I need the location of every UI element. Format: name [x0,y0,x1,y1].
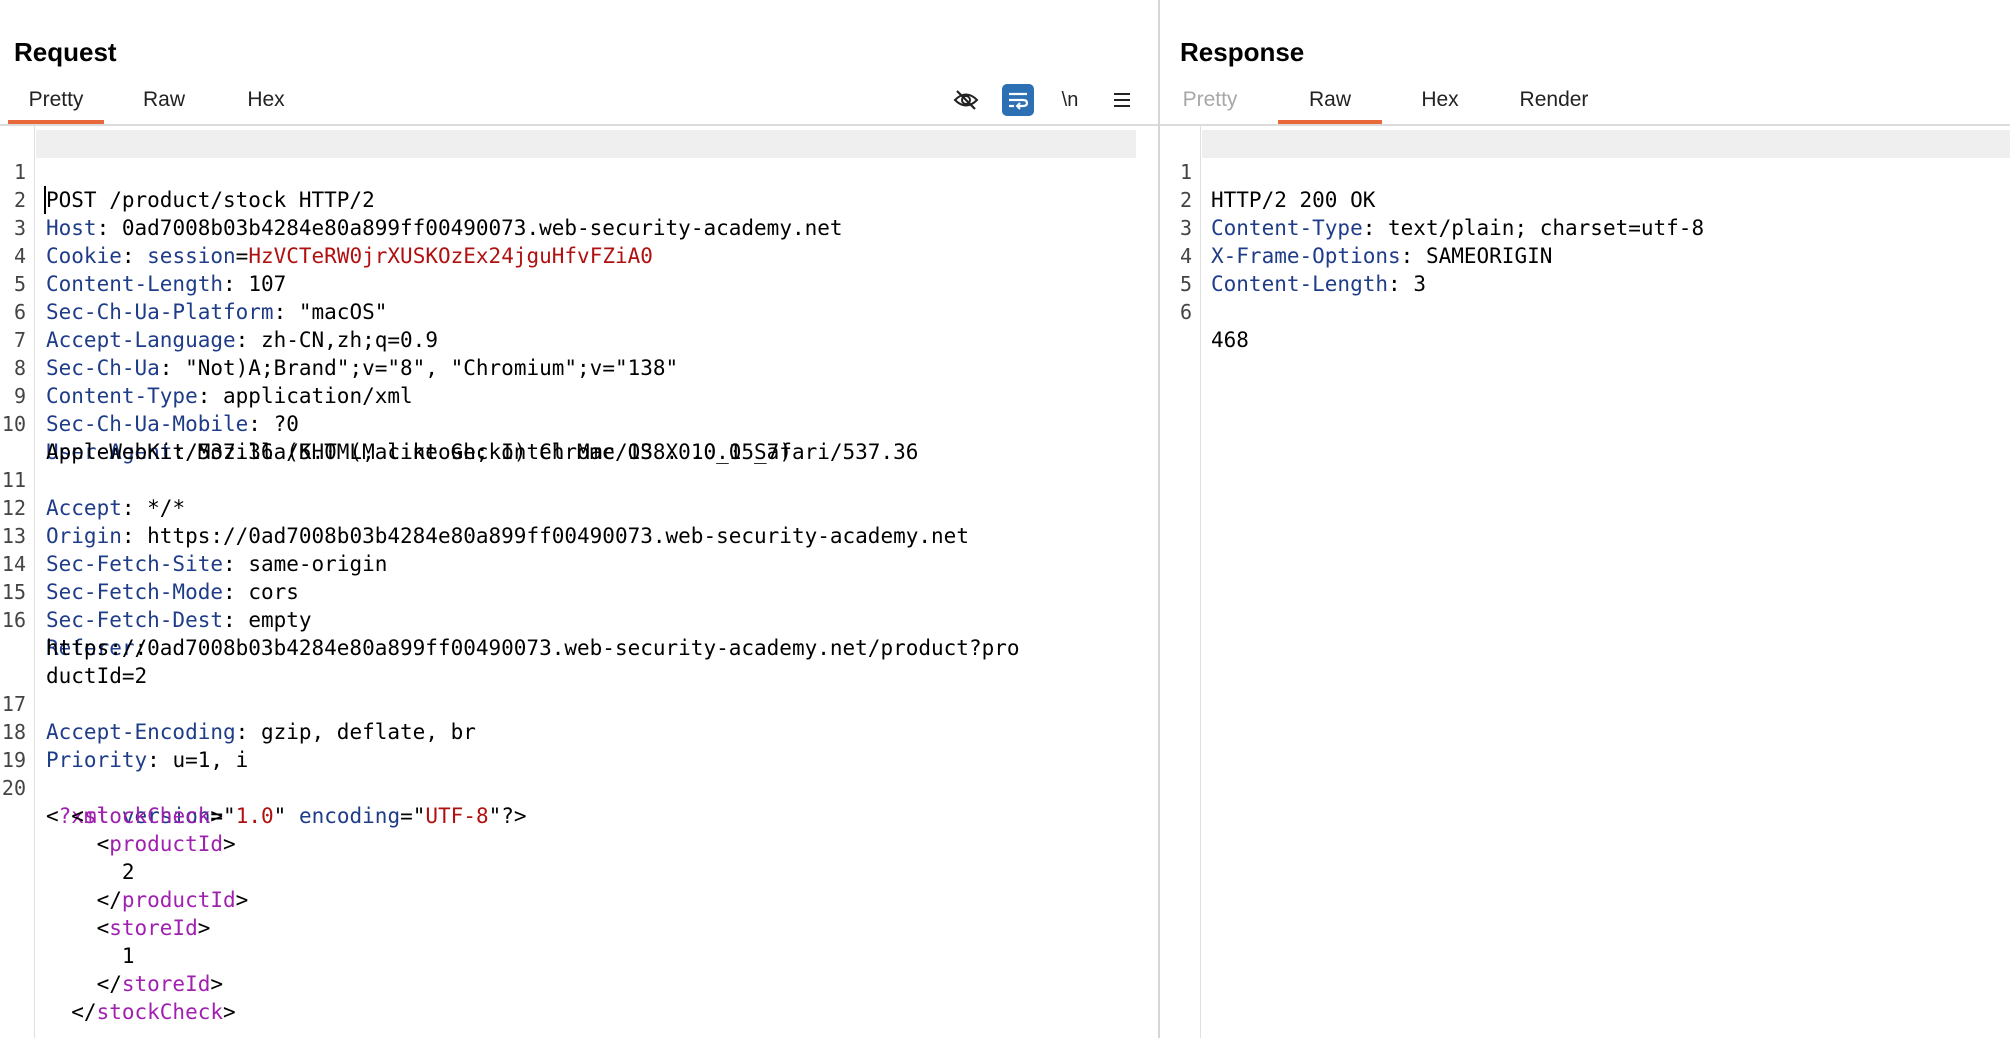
response-pane: Response Pretty Raw Hex Render 1 HTTP/2 … [1160,0,2010,1038]
header-line: 4 Content-Length: 107 [0,214,1158,242]
header-line: 14 Sec-Fetch-Mode: cors [0,522,1158,550]
header-line: 2 Host: 0ad7008b03b4284e80a899ff00490073… [0,158,1158,186]
response-tab-render[interactable]: Render [1502,82,1606,122]
header-line-continuation: AppleWebKit/537.36 (KHTML, like Gecko) C… [0,410,1158,438]
header-line: 11 Accept: */* [0,438,1158,466]
header-line: 13 Sec-Fetch-Site: same-origin [0,494,1158,522]
blank-line: 5 [1160,242,2010,270]
blank-line: 19 [0,718,1158,746]
menu-icon[interactable] [1106,84,1138,116]
hide-eye-icon[interactable] [950,84,982,116]
header-line: 3 X-Frame-Options: SAMEORIGIN [1160,186,2010,214]
header-line-continuation: https://0ad7008b03b4284e80a899ff00490073… [0,606,1158,634]
xml-line: </storeId> [0,942,1158,970]
response-body: 468 [1211,326,1249,354]
header-line: 18 Priority: u=1, i [0,690,1158,718]
xml-line: 1 [0,914,1158,942]
newline-toggle-icon[interactable]: \n [1054,84,1086,116]
xml-line: 2 [0,830,1158,858]
header-line: 5 Sec-Ch-Ua-Platform: "macOS" [0,242,1158,270]
request-tab-hex[interactable]: Hex [226,82,306,122]
header-line: 12 Origin: https://0ad7008b03b4284e80a89… [0,466,1158,494]
header-line: 6 Accept-Language: zh-CN,zh;q=0.9 [0,270,1158,298]
xml-root-close-tag: stockCheck [97,1000,223,1024]
header-line: 4 Content-Length: 3 [1160,214,2010,242]
request-tabbar: Pretty Raw Hex [0,82,1158,126]
request-line: 1 POST /product/stock HTTP/2 [0,130,1158,158]
header-line: 10 User-Agent: Mozilla/5.0 (Macintosh; I… [0,382,1158,410]
xml-line: <stockCheck> [0,774,1158,802]
header-line: 15 Sec-Fetch-Dest: empty [0,550,1158,578]
response-tab-hex[interactable]: Hex [1400,82,1480,122]
header-line: 7 Sec-Ch-Ua: "Not)A;Brand";v="8", "Chrom… [0,298,1158,326]
response-tab-raw[interactable]: Raw [1278,82,1382,122]
xml-declaration-line: 20 <?xml version="1.0" encoding="UTF-8"?… [0,746,1158,774]
request-pane: Request Pretty Raw Hex \n 1 POST /produc… [0,0,1158,1038]
request-title: Request [14,37,117,68]
request-editor[interactable]: 1 POST /product/stock HTTP/2 2 Host: 0ad… [0,126,1158,1038]
response-tabbar: Pretty Raw Hex Render [1160,82,2010,126]
word-wrap-icon[interactable] [1002,84,1034,116]
header-line: 2 Content-Type: text/plain; charset=utf-… [1160,158,2010,186]
xml-line: <storeId> [0,886,1158,914]
request-tab-raw[interactable]: Raw [124,82,204,122]
header-line: 3 Cookie: session=HzVCTeRW0jrXUSKOzEx24j… [0,186,1158,214]
header-line: 16 Referer: [0,578,1158,606]
response-editor[interactable]: 1 HTTP/2 200 OK 2 Content-Type: text/pla… [1160,126,2010,1038]
xml-line: </productId> [0,858,1158,886]
header-line: 17 Accept-Encoding: gzip, deflate, br [0,662,1158,690]
response-title: Response [1180,37,1304,68]
xml-line: <productId> [0,802,1158,830]
request-tab-pretty[interactable]: Pretty [8,82,104,122]
response-tab-pretty[interactable]: Pretty [1168,82,1252,122]
header-line: 9 Sec-Ch-Ua-Mobile: ?0 [0,354,1158,382]
header-line: 8 Content-Type: application/xml [0,326,1158,354]
header-line-continuation: ductId=2 [0,634,1158,662]
body-line: 6 468 [1160,270,2010,298]
xml-line: </stockCheck> [0,970,1158,998]
status-line: 1 HTTP/2 200 OK [1160,130,2010,158]
